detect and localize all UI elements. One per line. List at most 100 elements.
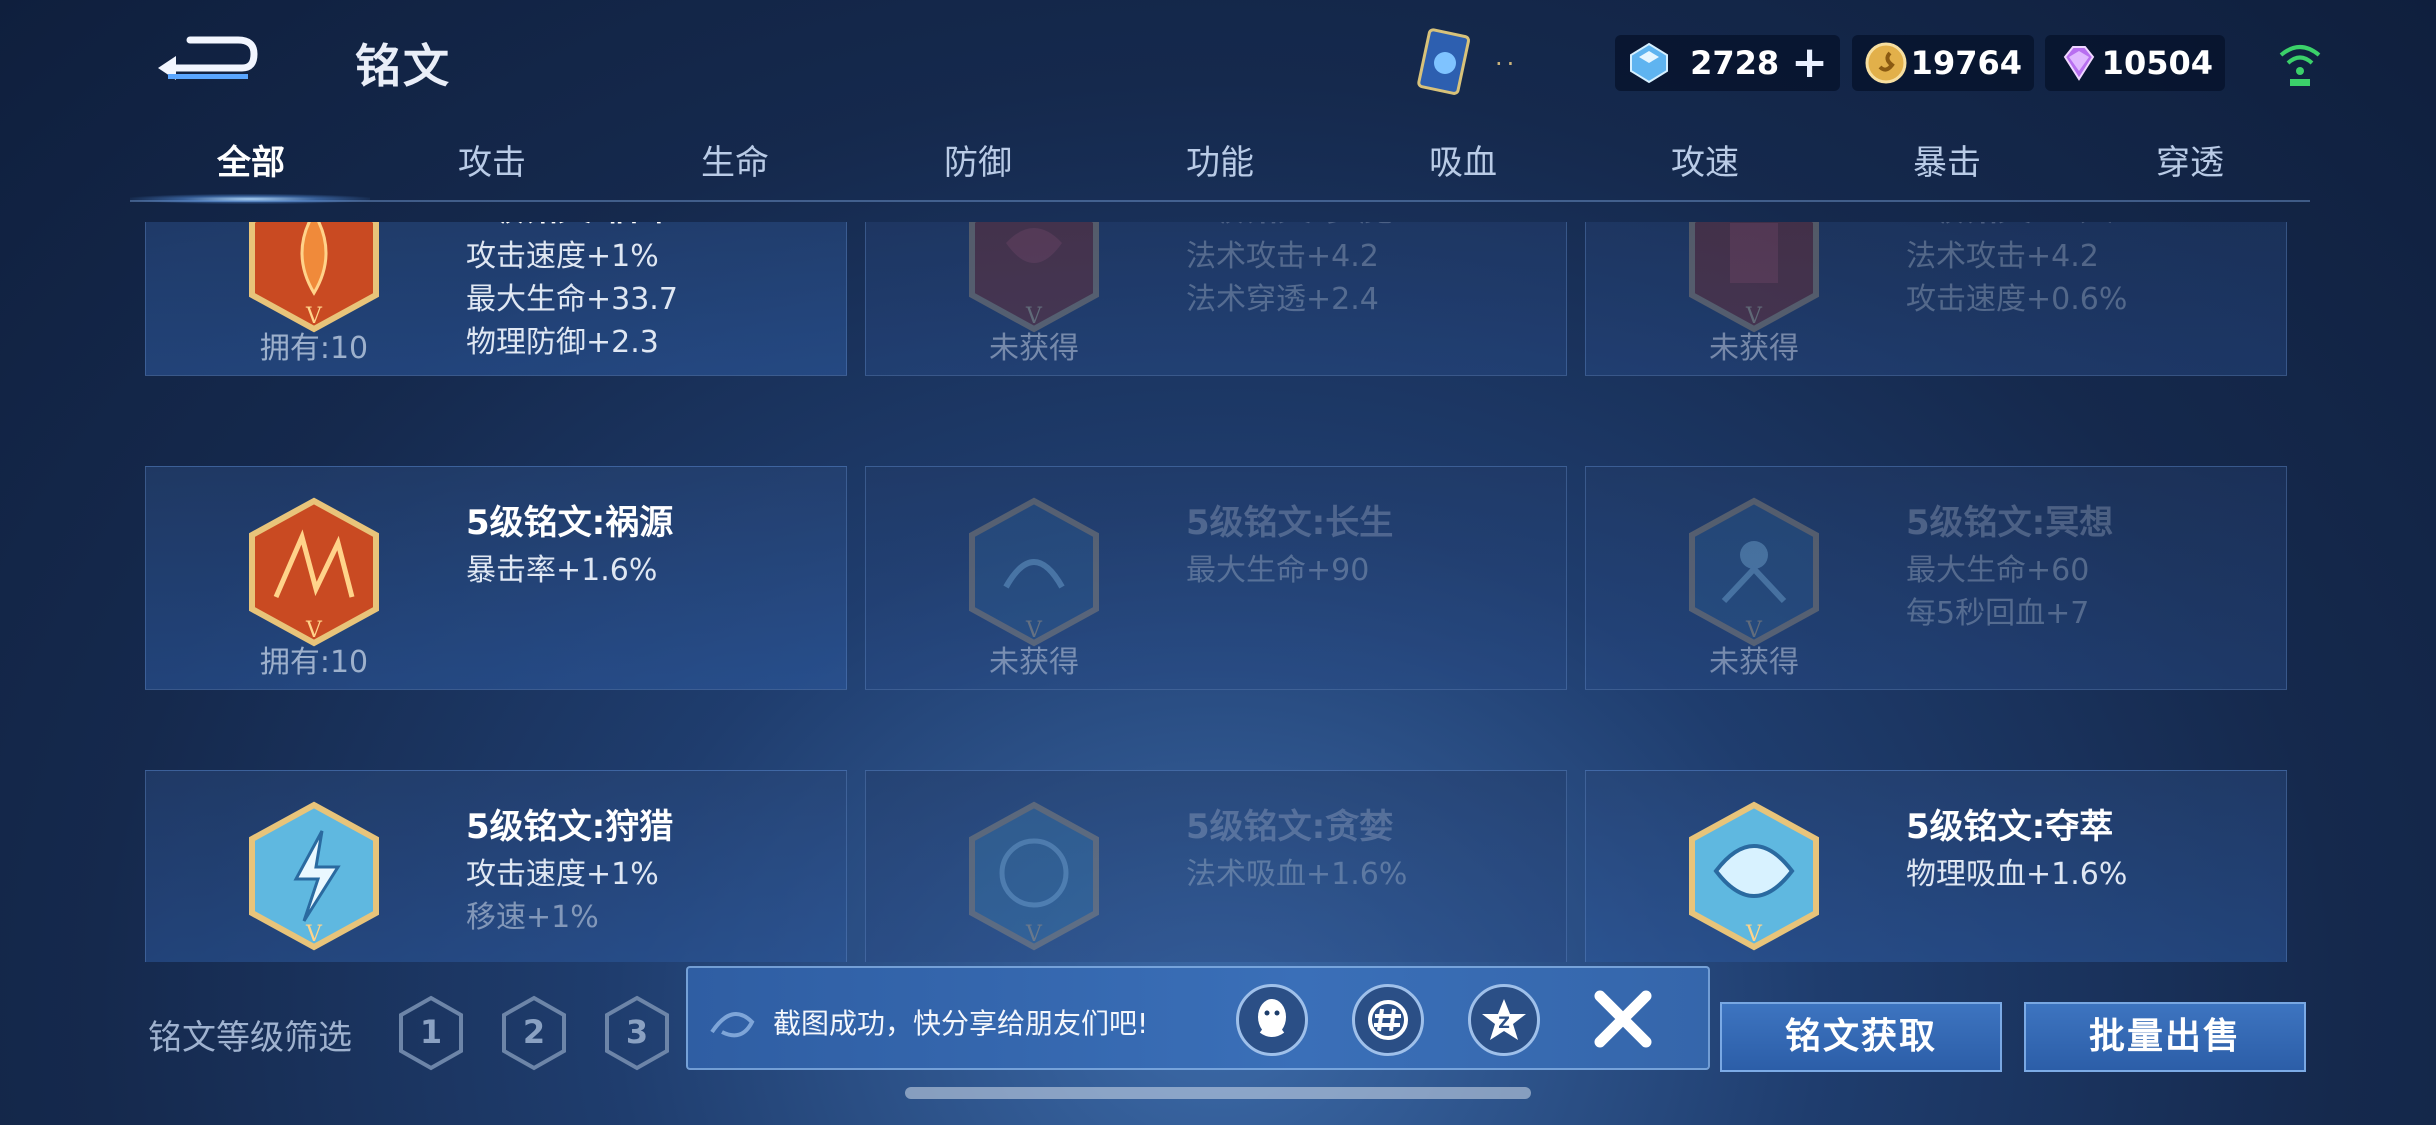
owned-status: 未获得 <box>1709 331 1799 366</box>
owned-count: 拥有:10 <box>259 331 369 366</box>
blue-rune-emblem-icon: V <box>1689 497 1819 647</box>
rune-name: 5级铭文:宿命 <box>466 222 673 230</box>
rune-card[interactable]: V 未获得 5级铭文:梦魇 法术攻击+4.2 法术穿透+2.4 <box>865 222 1567 376</box>
rune-stat: 法术穿透+2.4 <box>1186 282 1379 317</box>
add-diamond-button[interactable]: + <box>1791 41 1828 85</box>
rune-obtain-button[interactable]: 铭文获取 <box>1720 1002 2002 1072</box>
rune-stats: 攻击速度+1% 最大生命+33.7 物理防御+2.3 <box>466 235 678 364</box>
tab-attack-speed[interactable]: 攻速 <box>1625 135 1785 184</box>
rune-card[interactable]: V 5级铭文:贪婪 法术吸血+1.6% <box>865 770 1567 962</box>
tab-all[interactable]: 全部 <box>171 135 331 184</box>
rune-stats: 攻击速度+1% 移速+1% <box>466 853 659 939</box>
share-moments-button[interactable] <box>1352 984 1424 1056</box>
cyan-rune-emblem-icon: V <box>969 801 1099 951</box>
level-number: 3 <box>625 1013 649 1051</box>
red-rune-emblem-icon: V <box>1689 222 1819 333</box>
swirl-decoration-icon <box>710 1012 755 1038</box>
page-title: 铭文 <box>355 39 451 93</box>
rune-card[interactable]: V 未获得 5级铭文:圣人 法术攻击+4.2 攻击速度+0.6% <box>1585 222 2287 376</box>
rune-stats: 最大生命+60 每5秒回血+7 <box>1906 549 2089 635</box>
cyan-rune-emblem-icon: V <box>249 801 379 951</box>
cyan-rune-emblem-icon: V <box>1689 801 1819 951</box>
gold-amount: 19764 <box>1910 44 2022 82</box>
svg-text:Z: Z <box>1498 1013 1510 1032</box>
diamond-icon <box>1630 42 1668 84</box>
level-filter-2[interactable]: 2 <box>501 995 567 1071</box>
owned-status: 未获得 <box>989 331 1079 366</box>
gold-coin-icon <box>1865 42 1907 84</box>
rune-card[interactable]: V 5级铭文:夺萃 物理吸血+1.6% <box>1585 770 2287 962</box>
wechat-moments-icon <box>1368 1000 1408 1040</box>
svg-text:V: V <box>1745 922 1763 947</box>
tab-attack[interactable]: 攻击 <box>412 135 572 184</box>
qq-icon <box>1258 999 1286 1037</box>
home-indicator[interactable] <box>905 1087 1531 1099</box>
rune-stats: 最大生命+90 <box>1186 549 1369 592</box>
rune-stat: 攻击速度+0.6% <box>1906 282 2128 317</box>
level-number: 2 <box>522 1013 546 1051</box>
rune-stat: 物理防御+2.3 <box>466 325 659 360</box>
rune-card[interactable]: V 未获得 5级铭文:冥想 最大生命+60 每5秒回血+7 <box>1585 466 2287 690</box>
gold-currency: 19764 <box>1852 35 2034 91</box>
rune-stat: 最大生命+90 <box>1186 553 1370 588</box>
rune-stats: 暴击率+1.6% <box>466 549 657 592</box>
red-rune-emblem-icon: V <box>249 222 379 333</box>
rune-stat: 最大生命+60 <box>1906 553 2090 588</box>
rune-stat: 攻击速度+1% <box>466 857 659 892</box>
rune-stat: 最大生命+33.7 <box>466 282 678 317</box>
rune-stat: 攻击速度+1% <box>466 239 659 274</box>
level-filter-1[interactable]: 1 <box>398 995 464 1071</box>
rune-category-tabs: 全部 攻击 生命 防御 功能 吸血 攻速 暴击 穿透 <box>130 135 2310 205</box>
level-filter-3[interactable]: 3 <box>604 995 670 1071</box>
screenshot-share-toast: 截图成功，快分享给朋友们吧! Z <box>686 966 1710 1070</box>
rune-card-icon[interactable] <box>1405 25 1485 105</box>
rune-card[interactable]: V 拥有:10 5级铭文:宿命 攻击速度+1% 最大生命+33.7 物理防御+2… <box>145 222 847 376</box>
rune-name: 5级铭文:冥想 <box>1906 503 2114 543</box>
rune-name: 5级铭文:梦魇 <box>1186 222 1393 230</box>
diamond-amount: 2728 <box>1690 44 1780 82</box>
owned-status: 未获得 <box>1709 645 1799 680</box>
tab-crit[interactable]: 暴击 <box>1867 135 2027 184</box>
rune-stat: 法术攻击+4.2 <box>1906 239 2099 274</box>
rune-card[interactable]: V 未获得 5级铭文:长生 最大生命+90 <box>865 466 1567 690</box>
tab-divider <box>130 200 2310 202</box>
svg-text:V: V <box>305 922 323 947</box>
rune-stat: 每5秒回血+7 <box>1906 596 2090 631</box>
rune-name: 5级铭文:夺萃 <box>1906 807 2114 847</box>
owned-status: 未获得 <box>989 645 1079 680</box>
level-filter-label: 铭文等级筛选 <box>148 1018 352 1058</box>
wifi-signal-icon <box>2279 45 2321 86</box>
back-arrow-icon[interactable] <box>150 30 260 90</box>
rune-stat: 法术吸血+1.6% <box>1186 857 1408 892</box>
rune-stat: 物理吸血+1.6% <box>1906 857 2128 892</box>
share-qzone-button[interactable]: Z <box>1468 984 1540 1056</box>
rune-name: 5级铭文:祸源 <box>466 503 674 543</box>
tab-defense[interactable]: 防御 <box>898 135 1058 184</box>
tab-utility[interactable]: 功能 <box>1140 135 1300 184</box>
qzone-icon: Z <box>1482 999 1526 1040</box>
level-number: 1 <box>419 1013 443 1051</box>
tab-penetration[interactable]: 穿透 <box>2110 135 2270 184</box>
owned-count: 拥有:10 <box>259 645 369 680</box>
menu-dots-icon: ·· <box>1495 50 1519 78</box>
rune-grid: V 拥有:10 5级铭文:宿命 攻击速度+1% 最大生命+33.7 物理防御+2… <box>145 222 2290 962</box>
gem-amount: 10504 <box>2101 44 2213 82</box>
tab-lifesteal[interactable]: 吸血 <box>1383 135 1543 184</box>
rune-stats: 法术攻击+4.2 法术穿透+2.4 <box>1186 235 1379 321</box>
rune-stat: 暴击率+1.6% <box>466 553 658 588</box>
batch-sell-button[interactable]: 批量出售 <box>2024 1002 2306 1072</box>
rune-card[interactable]: V 5级铭文:狩猎 攻击速度+1% 移速+1% <box>145 770 847 962</box>
rune-stat: 法术攻击+4.2 <box>1186 239 1379 274</box>
rune-stats: 物理吸血+1.6% <box>1906 853 2127 896</box>
diamond-currency[interactable]: 2728 + <box>1615 35 1840 91</box>
svg-text:V: V <box>1025 922 1043 947</box>
rune-name: 5级铭文:贪婪 <box>1186 807 1394 847</box>
purple-gem-icon <box>2063 46 2095 81</box>
blue-rune-emblem-icon: V <box>969 497 1099 647</box>
share-qq-button[interactable] <box>1236 984 1308 1056</box>
active-tab-indicator <box>130 194 370 204</box>
tab-health[interactable]: 生命 <box>655 135 815 184</box>
rune-card[interactable]: V 拥有:10 5级铭文:祸源 暴击率+1.6% <box>145 466 847 690</box>
close-icon[interactable] <box>1588 984 1658 1054</box>
gem-currency: 10504 <box>2045 35 2225 91</box>
